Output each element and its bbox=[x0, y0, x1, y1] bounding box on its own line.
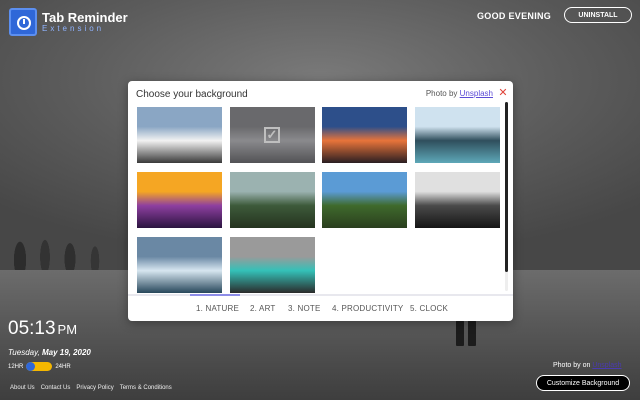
background-thumbnail-snowy-field[interactable]: ✓ bbox=[230, 107, 315, 163]
format-12hr-label: 12HR bbox=[8, 363, 24, 370]
tab-clock[interactable]: 5. CLOCK bbox=[410, 304, 448, 313]
credit-prefix: Photo by bbox=[425, 89, 458, 98]
person-silhouette bbox=[456, 318, 464, 346]
selected-check-icon: ✓ bbox=[264, 127, 280, 143]
category-tabs: 1. NATURE 2. ART 3. NOTE 4. PRODUCTIVITY… bbox=[128, 294, 513, 321]
customize-background-button[interactable]: Customize Background bbox=[536, 375, 630, 391]
scrollbar-thumb[interactable] bbox=[505, 102, 508, 272]
scrollbar[interactable] bbox=[505, 102, 508, 291]
logo-subtitle: Extension bbox=[42, 23, 105, 33]
photo-unsplash-link[interactable]: Unsplash bbox=[592, 362, 621, 369]
background-thumbnail-forest-light[interactable] bbox=[415, 172, 500, 228]
weekday: Tuesday, bbox=[8, 348, 40, 357]
background-photo-credit: Photo by on Unsplash bbox=[553, 362, 622, 369]
background-thumbnail-river-valley[interactable] bbox=[230, 172, 315, 228]
background-thumbnail-sunset-snow[interactable] bbox=[322, 107, 407, 163]
background-thumbnail-tree-sun[interactable] bbox=[322, 172, 407, 228]
footer-links: About Us Contact Us Privacy Policy Terms… bbox=[10, 385, 172, 391]
photo-credit-prefix: Photo by on bbox=[553, 362, 591, 369]
background-thumbnail-lake-forest[interactable] bbox=[415, 107, 500, 163]
app-logo[interactable]: Tab Reminder Extension bbox=[9, 8, 128, 36]
time-ampm: PM bbox=[57, 322, 78, 337]
format-24hr-label: 24HR bbox=[55, 363, 71, 370]
background-thumbnail-mountain-road[interactable] bbox=[137, 107, 222, 163]
unsplash-link[interactable]: Unsplash bbox=[460, 89, 493, 98]
tab-note[interactable]: 3. NOTE bbox=[288, 304, 321, 313]
alarm-clock-icon bbox=[9, 8, 37, 36]
date-text: Tuesday, May 19, 2020 bbox=[8, 348, 91, 357]
uninstall-button[interactable]: UNINSTALL bbox=[564, 7, 632, 23]
time-format-toggle[interactable] bbox=[26, 362, 53, 371]
date-value: May 19, 2020 bbox=[41, 348, 91, 357]
logo-title: Tab Reminder bbox=[42, 9, 128, 25]
footer-link-terms[interactable]: Terms & Conditions bbox=[120, 385, 172, 391]
background-thumbnail-lavender-field[interactable] bbox=[137, 172, 222, 228]
active-tab-indicator bbox=[190, 294, 240, 296]
modal-photo-credit: Photo by Unsplash bbox=[426, 89, 493, 98]
person-silhouette bbox=[468, 318, 476, 346]
tab-productivity[interactable]: 4. PRODUCTIVITY bbox=[332, 304, 403, 313]
tab-nature[interactable]: 1. NATURE bbox=[196, 304, 239, 313]
footer-link-privacy[interactable]: Privacy Policy bbox=[76, 385, 113, 391]
tab-art[interactable]: 2. ART bbox=[250, 304, 276, 313]
time-value: 05:13 bbox=[8, 318, 56, 339]
close-icon[interactable]: ✕ bbox=[498, 88, 508, 99]
time-format-toggle-group: 12HR 24HR bbox=[8, 362, 71, 371]
background-chooser-modal: Choose your background Photo by Unsplash… bbox=[128, 81, 513, 321]
modal-title: Choose your background bbox=[136, 89, 248, 100]
background-thumbnail-turquoise-lake[interactable] bbox=[230, 237, 315, 293]
background-thumbnail-fjord[interactable] bbox=[137, 237, 222, 293]
footer-link-contact[interactable]: Contact Us bbox=[41, 385, 71, 391]
footer-link-about[interactable]: About Us bbox=[10, 385, 35, 391]
greeting-text: GOOD EVENING bbox=[477, 11, 552, 21]
clock-time: 05:13 PM bbox=[8, 318, 77, 340]
